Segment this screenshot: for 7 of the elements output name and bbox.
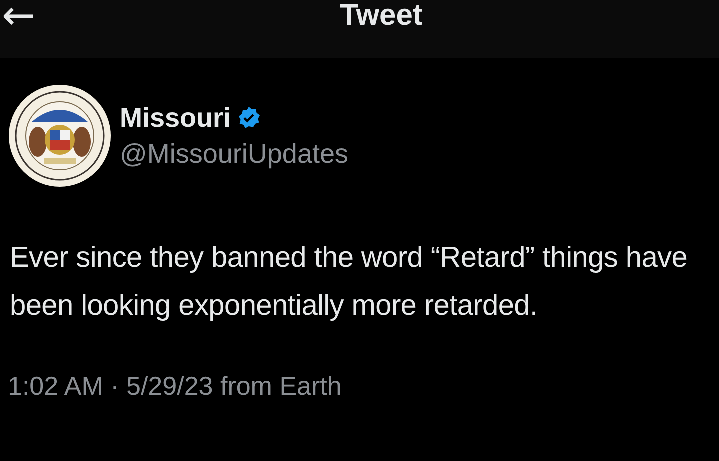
page-title: Tweet — [340, 0, 423, 32]
author-handle[interactable]: @MissouriUpdates — [120, 138, 348, 170]
avatar-seal-drawing[interactable] — [8, 84, 112, 188]
tweet-text: Ever since they banned the word “Retard” things have been looking exponentially more retarded. — [10, 241, 689, 324]
author-name[interactable]: Missouri — [120, 102, 232, 134]
tweet-timestamp: 1:02 AM · 5/29/23 from Earth — [8, 370, 343, 402]
back-button[interactable]: ← — [0, 0, 38, 38]
